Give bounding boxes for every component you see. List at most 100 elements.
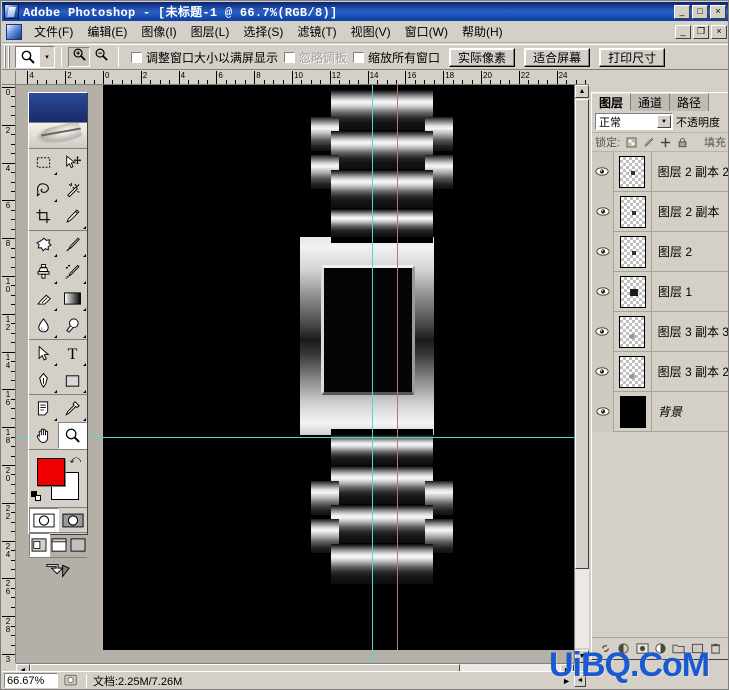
adjustment-layer-icon[interactable] [652, 640, 669, 657]
standard-screen-mode-button[interactable] [29, 533, 50, 557]
menu-filter[interactable]: 滤镜(T) [290, 21, 343, 42]
eye-visibility-icon[interactable] [592, 151, 614, 192]
brush-tool[interactable] [58, 231, 87, 258]
layer-thumbnail-cell[interactable] [614, 391, 652, 432]
standard-mask-mode-button[interactable] [29, 508, 59, 532]
resize-windows-checkbox[interactable] [131, 51, 142, 63]
image-canvas[interactable] [103, 85, 589, 650]
resize-windows-checkbox-group[interactable]: 调整窗口大小以满屏显示 [131, 49, 278, 66]
zoom-out-button[interactable] [90, 47, 112, 67]
print-size-button[interactable]: 打印尺寸 [599, 47, 666, 67]
zoom-tool[interactable] [58, 422, 87, 449]
zoom-all-windows-checkbox[interactable] [353, 51, 365, 63]
pen-tool[interactable] [29, 367, 58, 394]
full-screen-mode-button[interactable] [68, 533, 87, 557]
layer-thumbnail-cell[interactable] [614, 191, 652, 232]
eye-visibility-icon[interactable] [592, 271, 614, 312]
eraser-tool[interactable] [29, 285, 58, 312]
lock-position-icon[interactable] [659, 136, 671, 148]
magic-wand-tool[interactable] [58, 176, 87, 203]
menu-select[interactable]: 选择(S) [236, 21, 290, 42]
gradient-tool[interactable] [58, 285, 87, 312]
notes-tool[interactable] [29, 395, 58, 422]
lock-all-icon[interactable] [676, 136, 688, 148]
layer-thumbnail-cell[interactable] [614, 351, 652, 392]
type-tool[interactable]: T [58, 340, 87, 367]
canvas-vertical-scrollbar[interactable]: ▲ ▼ [574, 85, 589, 663]
scroll-down-button[interactable]: ▼ [575, 650, 589, 663]
healing-brush-tool[interactable] [29, 231, 58, 258]
eye-visibility-icon[interactable] [592, 391, 614, 432]
eye-visibility-icon[interactable] [592, 351, 614, 392]
status-play-icon[interactable]: ► [562, 676, 571, 686]
layer-row[interactable]: 图层 2 副本 [592, 191, 728, 232]
vertical-scroll-thumb[interactable] [575, 99, 589, 569]
blend-mode-select[interactable]: 正常 ▼ [595, 113, 673, 130]
ruler-corner[interactable] [2, 71, 16, 85]
layer-row[interactable]: 图层 3 副本 2 [592, 351, 728, 392]
history-brush-tool[interactable] [58, 258, 87, 285]
doc-restore-button[interactable]: ❐ [693, 24, 709, 39]
vertical-ruler[interactable]: 024681 01 21 41 61 82 02 22 42 62 83 0 [2, 85, 16, 663]
lock-transparency-icon[interactable] [625, 136, 637, 148]
tab-layers[interactable]: 图层 [592, 93, 632, 111]
layer-thumbnail-cell[interactable] [614, 311, 652, 352]
dodge-tool[interactable] [58, 312, 87, 339]
status-resize-grip[interactable]: ◄ [574, 674, 586, 687]
eye-visibility-icon[interactable] [592, 191, 614, 232]
layer-thumbnail-cell[interactable] [614, 271, 652, 312]
swap-colors-icon[interactable]: ⤺ [69, 454, 81, 467]
doc-minimize-button[interactable]: _ [675, 24, 691, 39]
layer-row[interactable]: 图层 2 副本 2 [592, 151, 728, 192]
slice-tool[interactable] [58, 203, 87, 230]
move-tool[interactable] [58, 149, 87, 176]
menu-view[interactable]: 视图(V) [344, 21, 398, 42]
eyedropper-tool[interactable] [58, 395, 87, 422]
hand-tool[interactable] [29, 422, 58, 449]
foreground-color-swatch[interactable] [37, 458, 65, 486]
layer-row[interactable]: 图层 1 [592, 271, 728, 312]
guide-vertical-center[interactable] [372, 85, 373, 663]
eye-visibility-icon[interactable] [592, 231, 614, 272]
lasso-tool[interactable] [29, 176, 58, 203]
layer-thumbnail-cell[interactable] [614, 231, 652, 272]
new-layer-icon[interactable] [689, 640, 706, 657]
full-screen-menubar-mode-button[interactable] [50, 533, 69, 557]
menu-help[interactable]: 帮助(H) [455, 21, 510, 42]
scroll-up-button[interactable]: ▲ [575, 85, 589, 98]
guide-horizontal-center[interactable] [16, 437, 589, 438]
menu-window[interactable]: 窗口(W) [398, 21, 455, 42]
eye-visibility-icon[interactable] [592, 311, 614, 352]
crop-tool[interactable] [29, 203, 58, 230]
maximize-button[interactable]: □ [692, 4, 708, 19]
preview-thumb-icon[interactable] [62, 673, 80, 688]
link-layers-icon[interactable] [597, 640, 614, 657]
doc-close-button[interactable]: × [711, 24, 727, 39]
zoom-all-windows-checkbox-group[interactable]: 缩放所有窗口 [353, 49, 440, 66]
quick-mask-mode-button[interactable] [59, 508, 87, 532]
active-tool-chip[interactable]: ▾ [15, 46, 55, 68]
fit-on-screen-button[interactable]: 适合屏幕 [524, 47, 591, 67]
layer-mask-icon[interactable] [634, 640, 651, 657]
delete-layer-icon[interactable] [707, 640, 724, 657]
layer-row[interactable]: 背景 [592, 391, 728, 432]
close-button[interactable]: × [710, 4, 726, 19]
canvas-area[interactable] [16, 85, 589, 663]
actual-pixels-button[interactable]: 实际像素 [449, 47, 516, 67]
tool-preset-dropdown-icon[interactable]: ▾ [40, 47, 54, 67]
tab-paths[interactable]: 路径 [670, 93, 710, 111]
options-bar-grip[interactable] [4, 46, 11, 68]
path-selection-tool[interactable] [29, 340, 58, 367]
marquee-tool[interactable] [29, 149, 58, 176]
layer-row[interactable]: 图层 2 [592, 231, 728, 272]
layer-style-icon[interactable] [615, 640, 632, 657]
menu-layer[interactable]: 图层(L) [184, 21, 237, 42]
zoom-level-field[interactable]: 66.67% [4, 673, 58, 688]
layer-thumbnail-cell[interactable] [614, 151, 652, 192]
blur-tool[interactable] [29, 312, 58, 339]
shape-tool[interactable] [58, 367, 87, 394]
jump-to-imageready-button[interactable] [29, 558, 87, 582]
document-icon[interactable] [6, 23, 22, 40]
toolbox-title-bar[interactable] [29, 93, 87, 123]
new-group-icon[interactable] [670, 640, 687, 657]
